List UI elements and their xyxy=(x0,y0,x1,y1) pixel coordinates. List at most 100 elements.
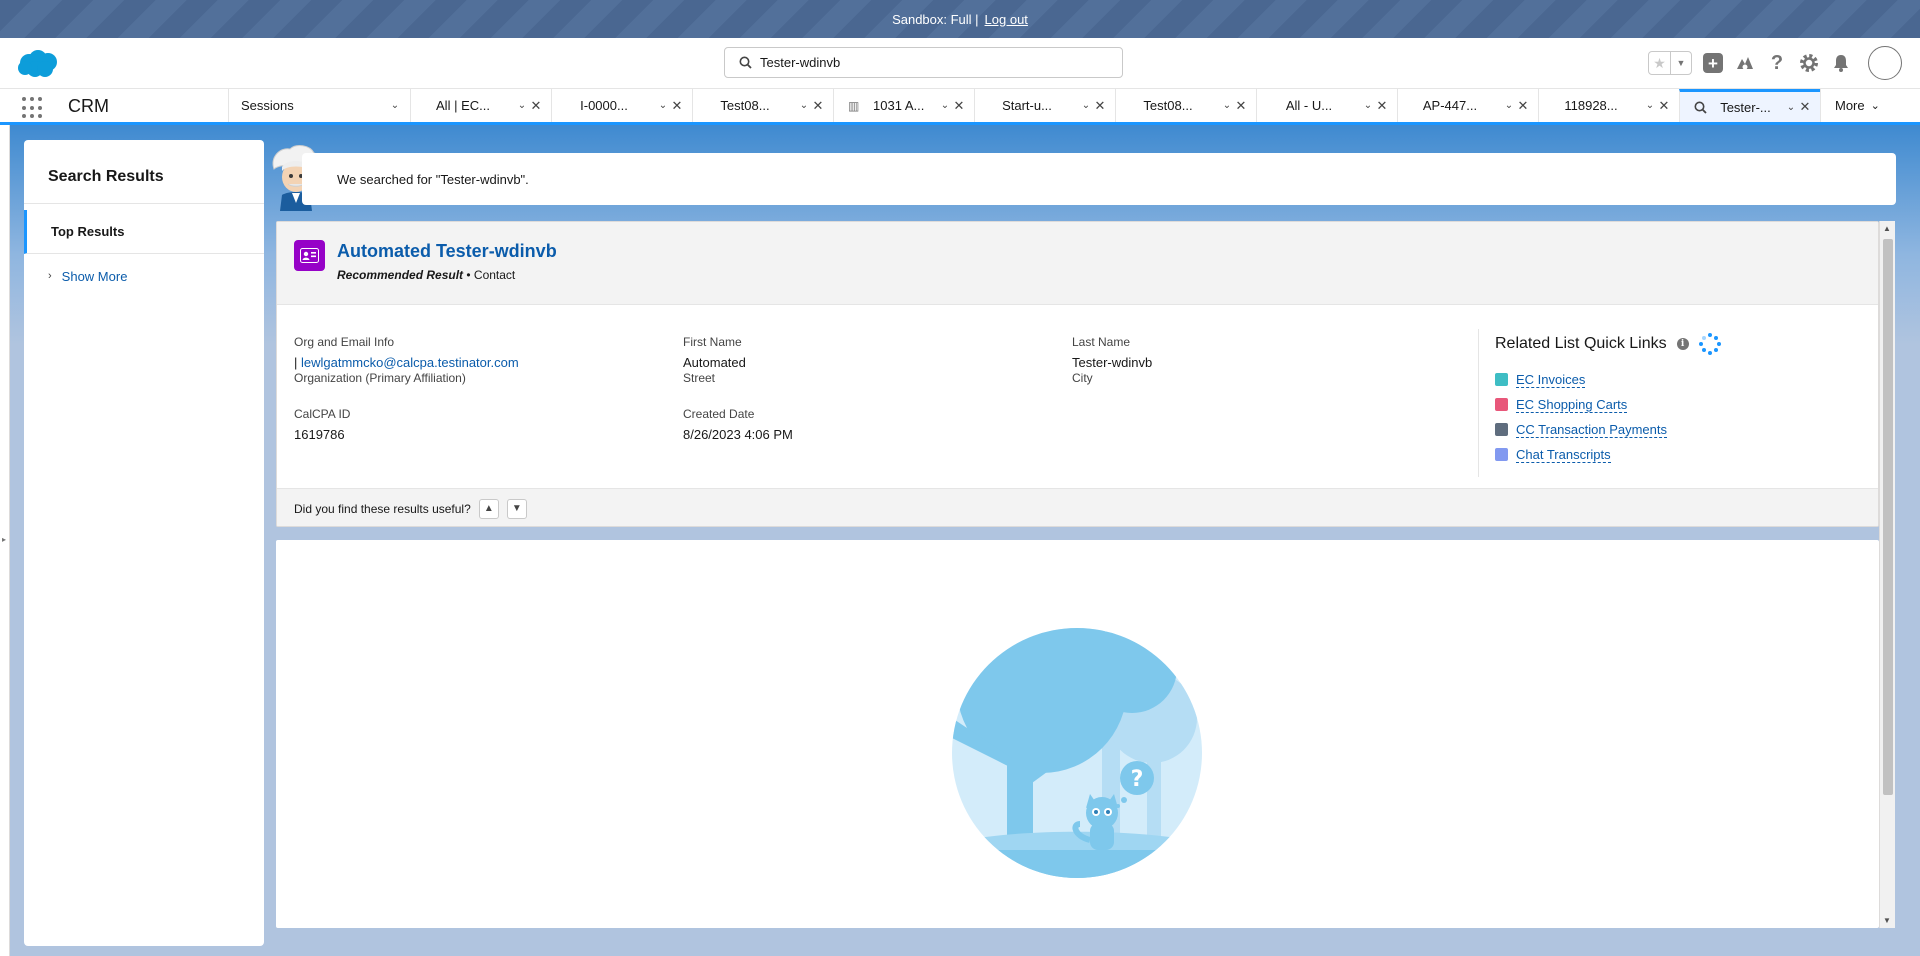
scroll-thumb[interactable] xyxy=(1883,239,1893,795)
loading-spinner-icon xyxy=(1698,333,1721,355)
feedback-text: Did you find these results useful? xyxy=(294,501,471,516)
expand-arrow-icon: ▸ xyxy=(2,535,7,544)
chevron-down-icon[interactable]: ⌄ xyxy=(515,100,529,111)
chevron-down-icon[interactable]: ⌄ xyxy=(1079,100,1093,111)
info-icon[interactable]: i xyxy=(1676,338,1689,350)
thumbs-down-icon[interactable]: ▼ xyxy=(506,498,527,519)
tab-workspace[interactable]: I-0000... ⌄ ✕ xyxy=(551,89,692,122)
quick-links-header: Related List Quick Links i xyxy=(1495,329,1868,359)
tab-workspace[interactable]: All | EC... ⌄ ✕ xyxy=(410,89,551,122)
tab-workspace[interactable]: All - U... ⌄ ✕ xyxy=(1256,89,1397,122)
results-empty-state: ? xyxy=(276,540,1879,928)
header-utility-icons: ★ ▼ + ? xyxy=(1648,45,1902,81)
tab-label: Test08... xyxy=(720,98,770,113)
tab-workspace[interactable]: Start-u... ⌄ ✕ xyxy=(974,89,1115,122)
tab-label: Sessions xyxy=(241,98,294,113)
tab-workspace[interactable]: Test08... ⌄ ✕ xyxy=(692,89,833,122)
close-icon[interactable]: ✕ xyxy=(952,98,966,114)
email-link[interactable]: lewlgatmmcko@calcpa.testinator.com xyxy=(301,355,519,370)
chevron-down-icon[interactable]: ⌄ xyxy=(1361,100,1375,111)
field-label: Created Date xyxy=(683,407,755,421)
ec-invoices-icon xyxy=(1495,373,1508,386)
global-actions-add-icon[interactable]: + xyxy=(1702,52,1724,74)
quick-link-label[interactable]: Chat Transcripts xyxy=(1516,447,1611,463)
chevron-down-icon[interactable]: ⌄ xyxy=(388,100,402,111)
show-more-toggle[interactable]: › Show More xyxy=(24,254,264,298)
close-icon[interactable]: ✕ xyxy=(1798,99,1812,115)
avatar[interactable] xyxy=(1868,46,1902,80)
setup-gear-icon[interactable] xyxy=(1798,52,1820,74)
chevron-down-icon[interactable]: ⌄ xyxy=(1643,100,1657,111)
search-value: Tester-wdinvb xyxy=(760,55,841,70)
field-value: Tester-wdinvb xyxy=(1072,355,1153,370)
thumbs-up-icon[interactable]: ▲ xyxy=(478,498,499,519)
search-icon xyxy=(1694,101,1707,114)
sandbox-bar: Sandbox: Full | Log out xyxy=(0,0,1920,38)
tab-label: 1031 A... xyxy=(873,98,925,113)
tab-search-results[interactable]: Tester-... ⌄ ✕ xyxy=(1679,89,1820,122)
close-icon[interactable]: ✕ xyxy=(811,98,825,114)
field-first-name: First Name Automated xyxy=(683,335,1063,370)
favorites-star-icon[interactable]: ★ xyxy=(1649,52,1670,74)
field-label: CalCPA ID xyxy=(294,407,351,421)
related-list-quick-links: Related List Quick Links i EC Invoices E… xyxy=(1478,329,1868,477)
global-search-input[interactable]: Tester-wdinvb xyxy=(724,47,1123,78)
chevron-down-icon[interactable]: ⌄ xyxy=(938,100,952,111)
favorites-dropdown-icon[interactable]: ▼ xyxy=(1670,52,1691,74)
tab-label: Tester-... xyxy=(1720,99,1771,115)
tab-workspace[interactable]: 118928... ⌄ ✕ xyxy=(1538,89,1679,122)
help-icon[interactable]: ? xyxy=(1766,52,1788,74)
quick-link-ec-invoices[interactable]: EC Invoices xyxy=(1495,367,1868,392)
quick-link-ec-shopping-carts[interactable]: EC Shopping Carts xyxy=(1495,392,1868,417)
field-last-name: Last Name Tester-wdinvb xyxy=(1072,335,1452,370)
close-icon[interactable]: ✕ xyxy=(1234,98,1248,114)
quick-link-label[interactable]: CC Transaction Payments xyxy=(1516,422,1668,438)
quick-link-chat-transcripts[interactable]: Chat Transcripts xyxy=(1495,442,1868,467)
tab-more[interactable]: More ⌄ xyxy=(1820,89,1920,122)
tab-workspace[interactable]: ▥ 1031 A... ⌄ ✕ xyxy=(833,89,974,122)
tab-workspace[interactable]: AP-447... ⌄ ✕ xyxy=(1397,89,1538,122)
scroll-down-icon[interactable]: ▼ xyxy=(1883,916,1891,925)
field-created-date: Created Date 8/26/2023 4:06 PM xyxy=(683,407,1063,442)
notifications-bell-icon[interactable] xyxy=(1830,52,1852,74)
building-icon: ▥ xyxy=(848,98,860,113)
record-title-link[interactable]: Automated Tester-wdinvb xyxy=(337,241,557,262)
tab-label: I-0000... xyxy=(580,98,628,113)
search-icon xyxy=(739,56,752,69)
chevron-down-icon[interactable]: ⌄ xyxy=(797,100,811,111)
close-icon[interactable]: ✕ xyxy=(1657,98,1671,114)
quick-link-label[interactable]: EC Shopping Carts xyxy=(1516,397,1628,413)
chevron-down-icon[interactable]: ⌄ xyxy=(1220,100,1234,111)
wrench-icon xyxy=(1495,423,1508,436)
field-label: Last Name xyxy=(1072,335,1131,349)
field-street: Street xyxy=(683,371,1063,391)
results-scrollbar[interactable]: ▲ ▼ xyxy=(1879,221,1895,928)
app-launcher-icon[interactable] xyxy=(22,97,44,119)
sandbox-label: Sandbox: Full | xyxy=(892,11,979,27)
logout-link[interactable]: Log out xyxy=(985,12,1028,27)
chevron-down-icon[interactable]: ⌄ xyxy=(1784,102,1798,113)
close-icon[interactable]: ✕ xyxy=(1516,98,1530,114)
chevron-down-icon[interactable]: ⌄ xyxy=(1502,100,1516,111)
scroll-up-icon[interactable]: ▲ xyxy=(1883,224,1891,233)
search-results-sidebar: Search Results Top Results › Show More xyxy=(24,140,264,946)
card-header: Automated Tester-wdinvb Recommended Resu… xyxy=(277,222,1878,305)
salesforce-logo[interactable] xyxy=(17,49,59,78)
chevron-down-icon[interactable]: ⌄ xyxy=(656,100,670,111)
recommended-label: Recommended Result xyxy=(337,268,464,282)
close-icon[interactable]: ✕ xyxy=(1375,98,1389,114)
trailhead-icon[interactable] xyxy=(1734,52,1756,74)
quick-link-cc-transaction-payments[interactable]: CC Transaction Payments xyxy=(1495,417,1868,442)
navigation-bar: CRM Sessions ⌄ All | EC... ⌄ ✕ I-0000...… xyxy=(0,89,1920,125)
tab-workspace[interactable]: Test08... ⌄ ✕ xyxy=(1115,89,1256,122)
banner-text: We searched for "Tester-wdinvb". xyxy=(337,171,529,187)
tab-sessions[interactable]: Sessions ⌄ xyxy=(228,89,410,122)
quick-link-label[interactable]: EC Invoices xyxy=(1516,372,1586,388)
sidebar-item-top-results[interactable]: Top Results xyxy=(24,210,264,254)
svg-text:?: ? xyxy=(1131,767,1144,792)
close-icon[interactable]: ✕ xyxy=(1093,98,1107,114)
chevron-right-icon: › xyxy=(48,270,52,282)
close-icon[interactable]: ✕ xyxy=(670,98,684,114)
close-icon[interactable]: ✕ xyxy=(529,98,543,114)
utility-panel-toggle[interactable]: ▸ xyxy=(0,125,10,956)
